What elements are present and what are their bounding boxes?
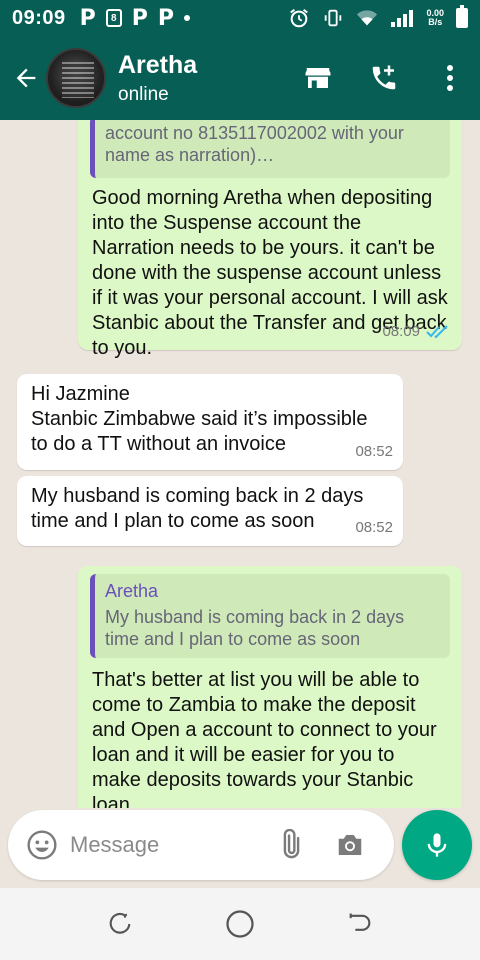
- message-text-line: My husband is coming back in 2 days: [31, 485, 364, 507]
- contact-avatar[interactable]: [46, 48, 106, 108]
- quoted-text-line: My husband is coming back in 2 days: [105, 607, 405, 627]
- message-outgoing[interactable]: Aretha My husband is coming back in 2 da…: [78, 566, 462, 808]
- paperclip-icon: [283, 829, 300, 859]
- message-composer: [8, 810, 394, 880]
- recents-icon: [109, 912, 131, 934]
- emoji-icon: [27, 830, 57, 860]
- net-speed: 0.00 B/s: [426, 9, 444, 27]
- microphone-icon: [427, 833, 447, 857]
- chat-area[interactable]: account no 8135117002002 with your name …: [0, 120, 480, 808]
- message-text-line: Hi Jazmine: [31, 383, 130, 405]
- battery-charging-icon: [456, 5, 468, 28]
- home-circle-icon: [226, 910, 254, 938]
- vibrate-icon: [325, 9, 342, 27]
- quoted-author: Aretha: [105, 581, 159, 601]
- more-options-button[interactable]: [430, 58, 470, 98]
- message-text: That's better at list you will be able t…: [92, 669, 437, 808]
- status-bar: 09:09 P 8 P P 0.00 B/s: [0, 0, 480, 36]
- status-time: 09:09: [12, 6, 66, 29]
- more-notifications-dot-icon: [184, 15, 191, 21]
- message-meta: 08:52: [355, 515, 393, 540]
- camera-icon: [338, 835, 362, 855]
- net-speed-unit: B/s: [428, 17, 443, 27]
- notification-app-icon: 8: [105, 9, 122, 27]
- attach-button[interactable]: [270, 825, 310, 865]
- message-incoming[interactable]: Hi Jazmine Stanbic Zimbabwe said it’s im…: [17, 374, 403, 470]
- contact-status: online: [118, 83, 169, 105]
- back-button[interactable]: [6, 58, 46, 98]
- message-outgoing[interactable]: account no 8135117002002 with your name …: [78, 120, 462, 359]
- status-right-icons: 0.00 B/s: [288, 0, 468, 36]
- message-text-line: Stanbic Zimbabwe said it’s impossible: [31, 408, 368, 430]
- quoted-text-line: account no 8135117002002 with your: [105, 123, 404, 143]
- chat-header: Aretha online: [0, 36, 480, 120]
- voice-message-button[interactable]: [402, 810, 472, 880]
- back-nav-icon: [349, 913, 371, 931]
- wifi-icon: [357, 10, 378, 26]
- notification-icons: P 8 P P: [79, 5, 191, 31]
- contact-info[interactable]: Aretha online: [118, 51, 197, 106]
- quoted-text-line: time and I plan to come as soon: [105, 629, 361, 649]
- message-time: 08:52: [355, 443, 393, 460]
- quoted-text-line: name as narration)…: [105, 145, 275, 165]
- message-meta: 08:52: [355, 439, 393, 464]
- add-call-button[interactable]: [364, 58, 404, 98]
- home-button[interactable]: [220, 904, 260, 944]
- message-incoming[interactable]: My husband is coming back in 2 days time…: [17, 476, 403, 546]
- notification-p-icon: P: [131, 5, 148, 31]
- recents-button[interactable]: [100, 904, 140, 944]
- alarm-icon: [290, 8, 309, 28]
- business-catalog-button[interactable]: [298, 58, 338, 98]
- notification-p-icon: P: [79, 5, 96, 31]
- emoji-button[interactable]: [22, 825, 62, 865]
- signal-icon: [391, 10, 414, 27]
- storefront-icon: [305, 68, 331, 88]
- contact-name: Aretha: [118, 50, 198, 79]
- message-text-line: time and I plan to come as soon: [31, 510, 315, 532]
- message-time: 08:52: [355, 519, 393, 536]
- message-time: 08:09: [382, 323, 420, 340]
- system-nav-bar: [0, 888, 480, 960]
- back-nav-button[interactable]: [340, 904, 380, 944]
- quoted-message[interactable]: Aretha My husband is coming back in 2 da…: [90, 574, 450, 658]
- header-actions: [298, 36, 470, 120]
- message-input[interactable]: [70, 832, 260, 858]
- phone-plus-icon: [372, 65, 396, 90]
- kebab-menu-icon: [447, 65, 453, 91]
- camera-button[interactable]: [330, 825, 370, 865]
- arrow-left-icon: [16, 68, 36, 88]
- quoted-message[interactable]: account no 8135117002002 with your name …: [90, 120, 450, 178]
- message-meta: 08:09: [382, 319, 452, 344]
- double-check-read-icon: [426, 324, 448, 338]
- notification-p-icon: P: [157, 5, 175, 31]
- message-text-line: to do a TT without an invoice: [31, 433, 286, 455]
